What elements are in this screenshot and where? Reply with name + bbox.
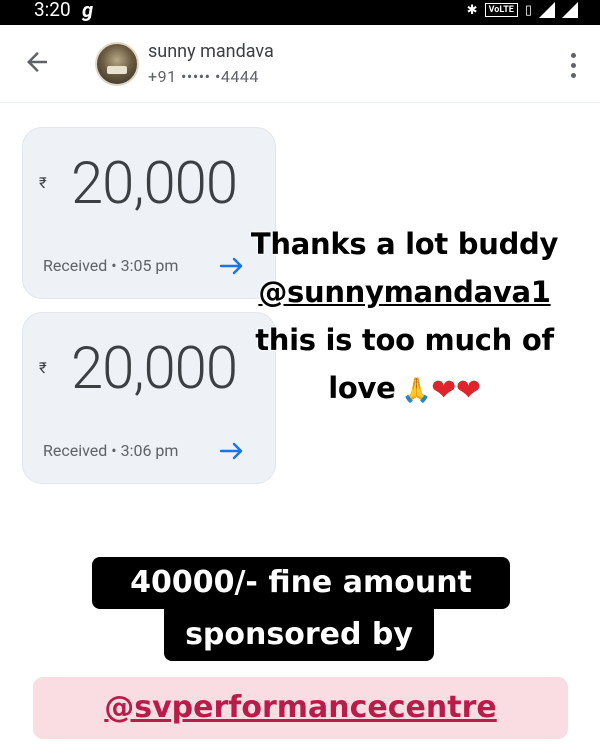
caption-line: Thanks a lot buddy	[250, 227, 559, 261]
heart-icon: ❤	[455, 373, 481, 408]
payment-status: Received • 3:05 pm	[43, 256, 179, 275]
vibrate-icon: ▯	[524, 2, 532, 18]
payment-status: Received • 3:06 pm	[43, 441, 179, 460]
caption-word: love	[328, 371, 396, 405]
status-time: 3:20	[34, 0, 71, 21]
sponsored-by-sticker: sponsored by	[164, 609, 434, 661]
bluetooth-icon: ✱	[466, 2, 478, 18]
carrier-icon: g	[82, 0, 94, 22]
heart-icon: ❤	[431, 373, 456, 408]
caption-line: love 🙏❤❤	[232, 364, 577, 414]
wifi-signal-icon	[539, 2, 555, 18]
mention-tag[interactable]: @svperformancecentre	[33, 677, 568, 739]
status-icons: ✱ VoLTE ▯	[467, 2, 578, 18]
back-arrow-icon[interactable]	[22, 47, 52, 77]
conversation-header: sunny mandava +91 ••••• •4444	[0, 25, 600, 103]
fine-amount-sticker: 40000/- fine amount	[92, 557, 510, 609]
more-vert-icon[interactable]	[563, 50, 583, 80]
contact-phone: +91 ••••• •4444	[148, 67, 259, 86]
mention-link[interactable]: @sunnymandava1	[232, 268, 577, 316]
rupee-icon: ₹	[39, 359, 47, 377]
rupee-icon: ₹	[39, 174, 47, 192]
cell-signal-icon	[562, 2, 578, 18]
mention-tag-text: @svperformancecentre	[104, 690, 497, 725]
arrow-right-icon	[219, 442, 243, 460]
pray-emoji-icon: 🙏	[401, 376, 432, 404]
story-caption: Thanks a lot buddy @sunnymandava1 this i…	[232, 220, 577, 414]
caption-line: this is too much of	[255, 323, 554, 357]
avatar[interactable]	[95, 42, 139, 86]
contact-name: sunny mandava	[148, 41, 274, 62]
status-bar: 3:20 g ✱ VoLTE ▯	[0, 0, 600, 25]
volte-badge: VoLTE	[484, 3, 518, 17]
payment-amount: 20,000	[71, 335, 238, 403]
payment-amount: 20,000	[71, 150, 238, 218]
